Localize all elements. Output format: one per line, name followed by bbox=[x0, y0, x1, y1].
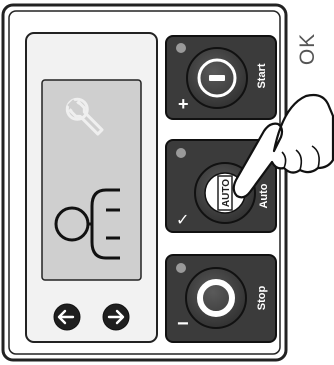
start-plus-symbol: + bbox=[178, 94, 189, 114]
stop-minus-symbol: − bbox=[177, 313, 189, 335]
start-button-label: Start bbox=[256, 63, 268, 88]
stop-indicator-led bbox=[176, 263, 186, 273]
stop-button-label: Stop bbox=[256, 286, 268, 311]
stop-button[interactable]: − Stop bbox=[165, 254, 277, 343]
auto-check-symbol: ✓ bbox=[176, 210, 189, 229]
auto-indicator-led bbox=[176, 148, 186, 158]
start-button[interactable]: + Start bbox=[165, 35, 277, 120]
arrow-left-icon[interactable] bbox=[53, 303, 81, 331]
ok-label: OK bbox=[296, 32, 319, 66]
ring-icon bbox=[185, 267, 247, 329]
start-indicator-led bbox=[176, 43, 186, 53]
auto-button-label: Auto bbox=[258, 183, 270, 208]
auto-badge-text: AUTO bbox=[221, 179, 232, 207]
arrow-right-icon[interactable] bbox=[102, 303, 130, 331]
display-screen bbox=[41, 79, 142, 281]
control-panel-illustration: + Start AUTO ✓ Auto − Stop bbox=[1, 3, 334, 362]
controller-diagram: + Start AUTO ✓ Auto − Stop OK bbox=[0, 0, 334, 365]
